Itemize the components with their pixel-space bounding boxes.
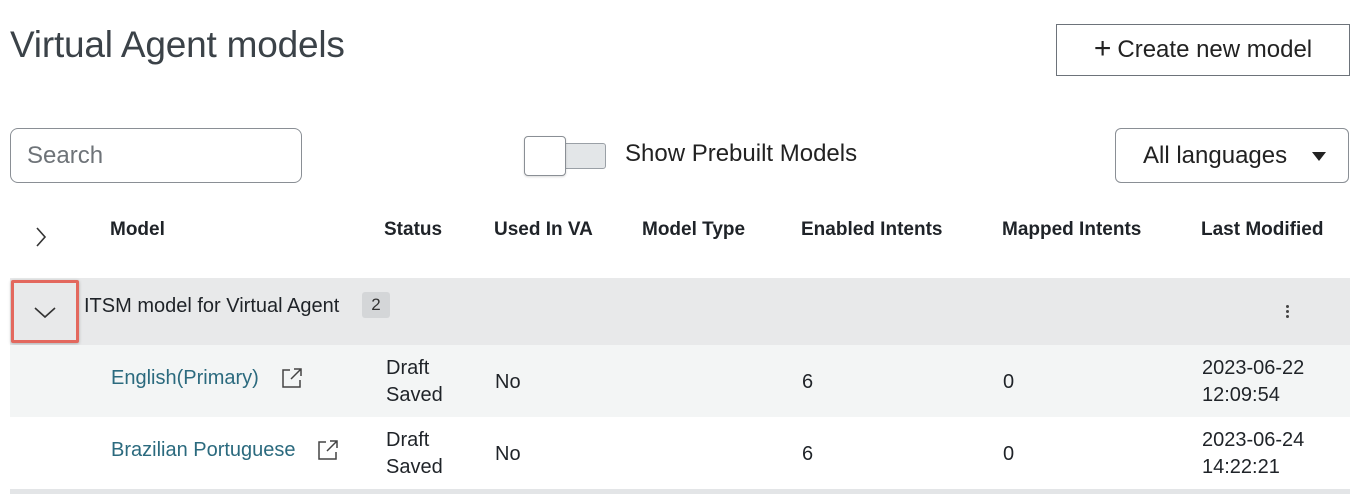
column-header-model[interactable]: Model: [110, 219, 165, 241]
column-header-mapped-intents[interactable]: Mapped Intents: [1002, 219, 1141, 241]
column-header-used-in-va[interactable]: Used In VA: [494, 219, 593, 241]
column-header-enabled-intents[interactable]: Enabled Intents: [801, 219, 942, 241]
show-prebuilt-toggle[interactable]: [524, 136, 606, 176]
last-modified-time: 12:09:54: [1202, 384, 1280, 406]
enabled-intents-cell: 6: [802, 371, 814, 393]
status-line-1: Draft: [386, 357, 430, 379]
kebab-menu-icon[interactable]: [1276, 300, 1298, 322]
language-select[interactable]: All languages: [1115, 128, 1349, 183]
group-name: ITSM model for Virtual Agent: [84, 295, 340, 317]
group-collapse-button[interactable]: [11, 280, 79, 343]
last-modified-time: 14:22:21: [1202, 456, 1280, 478]
last-modified-date: 2023-06-22: [1202, 357, 1305, 379]
chevron-right-icon[interactable]: [28, 224, 54, 250]
search-input[interactable]: [10, 128, 302, 183]
used-in-va-cell: No: [495, 371, 521, 393]
model-link-brazilian-portuguese[interactable]: Brazilian Portuguese: [111, 439, 296, 462]
last-modified-date: 2023-06-24: [1202, 429, 1305, 451]
model-link-english[interactable]: English(Primary): [111, 367, 259, 390]
enabled-intents-cell: 6: [802, 443, 814, 465]
external-link-icon[interactable]: [280, 366, 304, 390]
status-line-1: Draft: [386, 429, 430, 451]
group-count-badge: 2: [362, 292, 390, 318]
column-header-last-modified[interactable]: Last Modified: [1201, 219, 1323, 241]
caret-down-icon: [1312, 152, 1326, 161]
external-link-icon[interactable]: [316, 438, 340, 462]
chevron-down-icon: [34, 307, 56, 319]
status-line-2: Saved: [386, 456, 443, 478]
plus-icon: +: [1093, 32, 1112, 65]
column-header-status[interactable]: Status: [384, 219, 442, 241]
page-title: Virtual Agent models: [10, 24, 345, 65]
create-new-model-label: Create new model: [1117, 36, 1313, 63]
mapped-intents-cell: 0: [1003, 443, 1015, 465]
toggle-knob: [524, 136, 566, 176]
used-in-va-cell: No: [495, 443, 521, 465]
mapped-intents-cell: 0: [1003, 371, 1015, 393]
table-bottom-border: [10, 489, 1350, 494]
language-select-value: All languages: [1143, 141, 1288, 169]
create-new-model-button[interactable]: + Create new model: [1056, 24, 1350, 76]
column-header-model-type[interactable]: Model Type: [642, 219, 745, 241]
status-line-2: Saved: [386, 384, 443, 406]
show-prebuilt-label: Show Prebuilt Models: [625, 140, 858, 167]
